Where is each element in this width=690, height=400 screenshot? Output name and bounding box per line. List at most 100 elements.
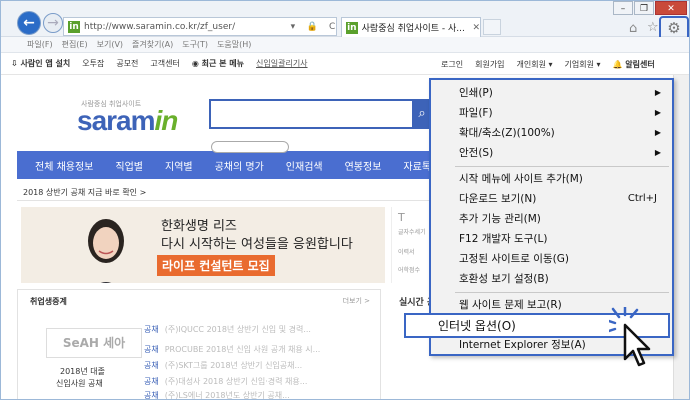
menu-item-file[interactable]: 파일(F) ▶	[459, 104, 671, 122]
otujob-link[interactable]: 오투잡	[82, 58, 104, 69]
recent-item-link[interactable]: 신입일괄리기사	[256, 58, 308, 69]
row-label: 공채	[144, 377, 159, 386]
menu-item-downloads[interactable]: 다운로드 보기(N) Ctrl+J	[459, 190, 671, 208]
app-install-link[interactable]: ⇩ 사람인 앱 설치	[11, 58, 70, 69]
nav-by-job[interactable]: 직업별	[115, 158, 143, 173]
banner-headline: 한화생명 리즈	[161, 219, 237, 234]
search-icon: ⌕	[418, 106, 426, 121]
row-label: 공채	[144, 345, 159, 354]
nav-top-companies[interactable]: 공채의 명가	[215, 158, 264, 173]
corporate-member-link[interactable]: 기업회원 ▾	[565, 59, 601, 70]
menu-help[interactable]: 도움말(H)	[217, 39, 251, 50]
menu-item-compat-view[interactable]: 호환성 보기 설정(B)	[459, 270, 671, 288]
nav-talent-search[interactable]: 인재검색	[286, 158, 323, 173]
menu-item-devtools[interactable]: F12 개발자 도구(L)	[459, 230, 671, 248]
minimize-button[interactable]: –	[613, 1, 633, 15]
row-desc: PROCUBE 2018년 신입 사원 공개 채용 시...	[164, 345, 321, 354]
search-suggest-pill[interactable]	[211, 141, 289, 153]
list-item[interactable]: 공채 (주)SKT그룹 2018년 상반기 신입공채...	[144, 360, 302, 371]
nav-salary[interactable]: 연봉정보	[345, 158, 382, 173]
notice-link[interactable]: 2018 상반기 공채 지금 바로 확인 >	[23, 187, 146, 198]
menu-item-label: 파일(F)	[459, 107, 493, 119]
row-label: 공채	[144, 391, 159, 400]
saramin-logo[interactable]: saramin	[77, 105, 178, 137]
menu-item-print[interactable]: 인쇄(P) ▶	[459, 84, 671, 102]
refresh-icon[interactable]: C	[329, 22, 335, 32]
menu-bar: 파일(F) 편집(E) 보기(V) 즐겨찾기(A) 도구(T) 도움말(H)	[1, 37, 689, 53]
signup-link[interactable]: 회원가입	[475, 59, 504, 70]
menu-item-safety[interactable]: 안전(S) ▶	[459, 144, 671, 162]
arrow-left-icon: ←	[23, 15, 35, 31]
close-window-button[interactable]: ✕	[655, 1, 687, 15]
resume-tool[interactable]: 이력서	[398, 247, 415, 256]
home-icon[interactable]: ⌂	[629, 21, 637, 36]
menu-favorites[interactable]: 즐겨찾기(A)	[132, 39, 173, 50]
contest-link[interactable]: 공모전	[116, 58, 138, 69]
menu-item-label: 확대/축소(Z)(100%)	[459, 127, 555, 139]
row-desc: (주)SKT그룹 2018년 상반기 신입공채...	[164, 361, 303, 370]
new-tab-button[interactable]	[483, 19, 501, 35]
nav-resources[interactable]: 자료톡	[403, 158, 431, 173]
menu-separator	[455, 292, 669, 293]
menu-edit[interactable]: 편집(E)	[62, 39, 88, 50]
list-item[interactable]: 공채 PROCUBE 2018년 신입 사원 공개 채용 시...	[144, 344, 320, 355]
seah-logo[interactable]: SeAH 세아	[46, 328, 142, 358]
main-nav: 전체 채용정보 직업별 지역별 공채의 명가 인재검색 연봉정보 자료톡	[17, 151, 431, 179]
site-topbar: ⇩ 사람인 앱 설치 오투잡 공모전 고객센터 ◉ 최근 본 메뉴 신입일괄리기…	[1, 53, 689, 75]
row-label: 공채	[144, 361, 159, 370]
page-scrollbar[interactable]	[673, 75, 689, 399]
submenu-arrow-icon: ▶	[654, 148, 661, 157]
menu-item-addons[interactable]: 추가 기능 관리(M)	[459, 210, 671, 228]
browser-tab[interactable]: in 사람중심 취업사이트 - 사... ✕	[341, 17, 481, 37]
menu-item-add-to-start[interactable]: 시작 메뉴에 사이트 추가(M)	[459, 170, 671, 188]
side-tools: T 글자수세기 이력서 어학점수	[391, 207, 431, 283]
browser-window: ← → in http://www.saramin.co.kr/zf_user/…	[0, 0, 690, 400]
close-tab-icon[interactable]: ✕	[472, 23, 480, 33]
saramin-favicon-icon: in	[68, 20, 80, 33]
submenu-arrow-icon: ▶	[654, 88, 661, 97]
text-tool-icon[interactable]: T	[398, 211, 405, 224]
menu-tools[interactable]: 도구(T)	[182, 39, 208, 50]
banner-person-image	[88, 219, 124, 283]
menu-item-zoom[interactable]: 확대/축소(Z)(100%) ▶	[459, 124, 671, 142]
char-count-tool[interactable]: 글자수세기	[398, 227, 426, 236]
search-input[interactable]	[209, 99, 414, 129]
shortcut-label: Ctrl+J	[627, 193, 657, 204]
menu-item-pinned-sites[interactable]: 고정된 사이트로 이동(G)	[459, 250, 671, 268]
menu-file[interactable]: 파일(F)	[27, 39, 53, 50]
lock-icon[interactable]: 🔒	[307, 22, 318, 32]
site-topbar-right: 로그인 회원가입 개인회원 ▾ 기업회원 ▾ 🔔 알림센터	[441, 53, 667, 75]
logo-main: saram	[77, 105, 156, 136]
notification-link[interactable]: 🔔 알림센터	[613, 59, 655, 70]
maximize-button[interactable]: ❐	[634, 1, 654, 15]
menu-item-label: Internet Explorer 정보(A)	[459, 339, 586, 351]
dropdown-icon[interactable]: ▾	[291, 22, 296, 32]
recent-menu-label: 최근 본 메뉴	[201, 59, 245, 68]
menu-view[interactable]: 보기(V)	[97, 39, 123, 50]
recent-menu-link[interactable]: ◉ 최근 본 메뉴	[192, 58, 244, 69]
personal-member-link[interactable]: 개인회원 ▾	[517, 59, 553, 70]
row-label: 공채	[144, 325, 159, 334]
ad-banner[interactable]: 한화생명 리즈 다시 시작하는 여성들을 응원합니다 라이프 컨설턴트 모집	[21, 207, 385, 283]
nav-by-region[interactable]: 지역별	[165, 158, 193, 173]
language-score-tool[interactable]: 어학점수	[398, 265, 420, 274]
row-desc: (주)IQUCC 2018년 상반기 신입 및 경력...	[164, 325, 311, 334]
banner-cta[interactable]: 라이프 컨설턴트 모집	[157, 255, 275, 276]
job-relay-panel: 취업생중계 더보기 > SeAH 세아 2018년 대졸 신입사원 공채 공채 (…	[17, 289, 381, 400]
address-text: http://www.saramin.co.kr/zf_user/	[84, 21, 236, 32]
list-item[interactable]: 공채 (주)대성사 2018 상반기 신입·경력 채용...	[144, 376, 307, 387]
notification-label: 알림센터	[625, 59, 655, 69]
menu-item-label: 고정된 사이트로 이동(G)	[459, 253, 569, 265]
nav-all-jobs[interactable]: 전체 채용정보	[35, 158, 93, 173]
favorites-star-icon[interactable]: ☆	[647, 20, 659, 35]
more-link[interactable]: 더보기 >	[343, 296, 370, 306]
banner-subheadline: 다시 시작하는 여성들을 응원합니다	[161, 237, 353, 252]
list-item[interactable]: 공채 (주)IQUCC 2018년 상반기 신입 및 경력...	[144, 324, 311, 335]
menu-item-label: 시작 메뉴에 사이트 추가(M)	[459, 173, 583, 185]
support-link[interactable]: 고객센터	[150, 58, 179, 69]
login-link[interactable]: 로그인	[441, 59, 463, 70]
forward-button[interactable]: →	[43, 13, 63, 33]
company-caption: 2018년 대졸	[60, 367, 105, 376]
list-item[interactable]: 공채 (주)LS에너 2018년도 상반기 공채...	[144, 390, 290, 400]
back-button[interactable]: ←	[17, 11, 41, 35]
